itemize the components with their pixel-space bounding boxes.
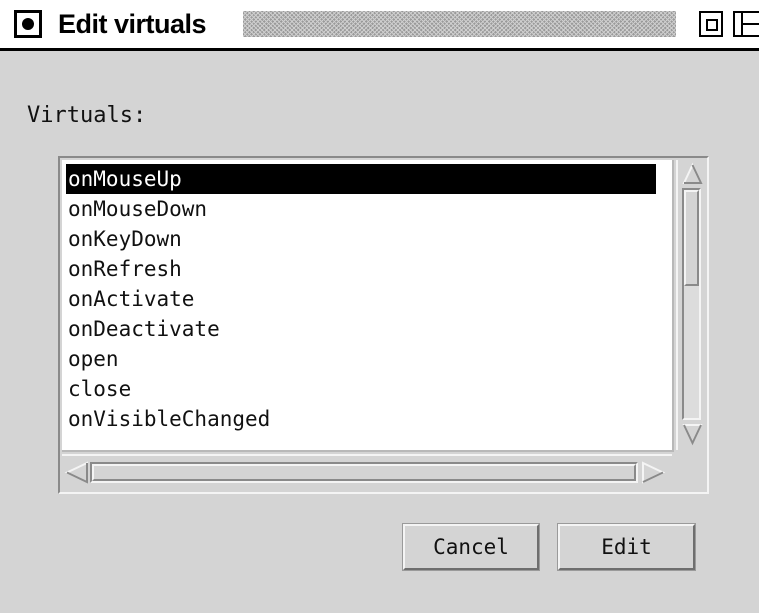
arrow-down-icon[interactable]	[682, 422, 703, 446]
horizontal-scrollbar[interactable]	[62, 454, 672, 488]
window-title: Edit virtuals	[58, 9, 207, 39]
arrow-right-icon[interactable]	[640, 461, 666, 484]
list-item[interactable]: close	[66, 374, 656, 404]
horizontal-scroll-thumb[interactable]	[92, 464, 636, 481]
list-item[interactable]: onRefresh	[66, 254, 656, 284]
edit-button[interactable]: Edit	[557, 523, 696, 571]
collapse-box-icon[interactable]	[733, 11, 759, 37]
close-box-dot	[22, 18, 34, 30]
vertical-scroll-thumb[interactable]	[684, 190, 699, 286]
virtuals-list[interactable]: onMouseUp onMouseDown onKeyDown onRefresh on…	[62, 160, 674, 452]
vertical-scroll-track[interactable]	[682, 188, 701, 420]
title-bar[interactable]: Edit virtuals	[0, 0, 759, 51]
list-item[interactable]: onKeyDown	[66, 224, 656, 254]
arrow-up-icon[interactable]	[682, 162, 703, 186]
zoom-box-icon[interactable]	[699, 11, 723, 37]
scrollbar-corner	[676, 454, 705, 488]
title-bar-drag-area[interactable]	[243, 11, 676, 37]
horizontal-scroll-track[interactable]	[90, 462, 638, 483]
vertical-scrollbar[interactable]	[676, 160, 707, 450]
list-item[interactable]: onVisibleChanged	[66, 404, 656, 434]
list-item[interactable]: onMouseDown	[66, 194, 656, 224]
list-item[interactable]: open	[66, 344, 656, 374]
arrow-left-icon[interactable]	[64, 461, 90, 484]
list-item[interactable]: onMouseUp	[66, 164, 656, 194]
cancel-button[interactable]: Cancel	[402, 523, 540, 571]
virtuals-list-box: onMouseUp onMouseDown onKeyDown onRefresh on…	[58, 156, 709, 494]
virtuals-label: Virtuals:	[27, 103, 147, 128]
dialog-body: Virtuals: onMouseUp onMouseDown onKeyDown o…	[0, 51, 759, 613]
list-item[interactable]: onActivate	[66, 284, 656, 314]
list-item[interactable]: onDeactivate	[66, 314, 656, 344]
close-box-icon[interactable]	[14, 10, 42, 38]
